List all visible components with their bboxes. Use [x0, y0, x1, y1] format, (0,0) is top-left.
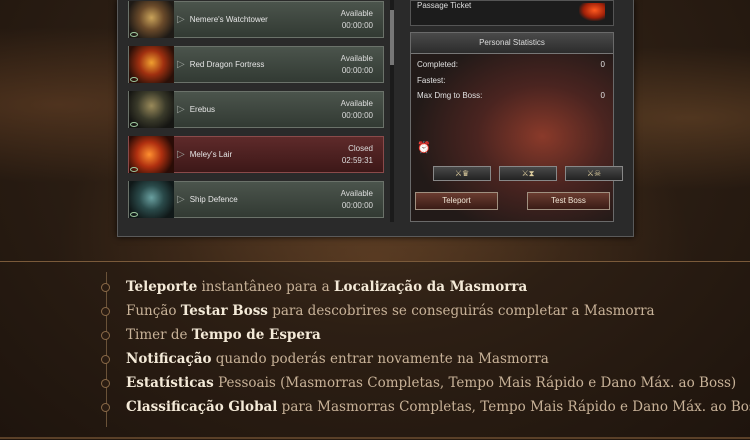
passage-ticket-box: Passage Ticket — [410, 0, 614, 26]
arrow-right-icon: ▷ — [177, 104, 185, 115]
ranking-damage-button[interactable]: ⚔☠ — [565, 166, 623, 181]
list-scrollbar[interactable] — [390, 0, 394, 222]
dungeon-name: Ship Defence — [189, 195, 238, 204]
stat-label: Fastest: — [417, 76, 446, 85]
bullet-icon — [101, 378, 110, 388]
bullet-icon — [101, 402, 110, 412]
dungeon-status: Closed — [348, 143, 373, 153]
dungeon-portrait — [129, 91, 174, 128]
ranking-crown-icon: ⚔♛ — [454, 169, 470, 178]
stat-value: 0 — [600, 60, 605, 69]
dungeon-portrait — [129, 181, 174, 218]
arrow-right-icon: ▷ — [177, 194, 185, 205]
dungeon-timer: 02:59:31 — [341, 155, 373, 165]
stat-value: 0 — [600, 91, 605, 100]
bottom-divider — [0, 437, 750, 439]
feature-list: Teleporte instantâneo para a Localização… — [0, 262, 750, 437]
stat-fastest: Fastest: — [417, 76, 605, 85]
dungeon-name: Meley's Lair — [189, 150, 233, 159]
arrow-right-icon: ▷ — [177, 59, 185, 70]
dungeon-portrait — [129, 46, 174, 83]
feature-text: para Masmorras Completas, Tempo Mais Ráp… — [277, 399, 750, 415]
feature-item: Classificação Global para Masmorras Comp… — [101, 397, 750, 417]
bullet-icon — [101, 282, 110, 292]
feature-text: Pessoais (Masmorras Completas, Tempo Mai… — [213, 375, 737, 391]
feature-text: Função — [126, 303, 181, 319]
dungeon-timer: 00:00:00 — [341, 65, 373, 75]
dungeon-row-meley[interactable]: ▷ Meley's Lair Closed 02:59:31 — [128, 136, 384, 173]
dungeon-list: ▷ Nemere's Watchtower Available 00:00:00 … — [128, 0, 385, 222]
dungeon-name: Erebus — [189, 105, 216, 114]
feature-text: quando poderás entrar novamente na Masmo… — [211, 351, 549, 367]
eye-icon[interactable] — [130, 122, 138, 127]
dungeon-name: Nemere's Watchtower — [189, 15, 268, 24]
eye-icon[interactable] — [130, 212, 138, 217]
dungeon-timer: 00:00:00 — [341, 200, 373, 210]
feature-bold: Testar Boss — [180, 303, 268, 319]
clock-icon: ⏰ — [417, 142, 431, 154]
dungeon-timer: 00:00:00 — [341, 20, 373, 30]
test-boss-button[interactable]: Test Boss — [527, 192, 610, 210]
dungeon-status: Available — [340, 8, 373, 18]
feature-bold: Localização da Masmorra — [334, 279, 528, 295]
stat-max-dmg: Max Dmg to Boss: 0 — [417, 91, 605, 100]
arrow-right-icon: ▷ — [177, 14, 185, 25]
dungeon-row-ship-defence[interactable]: ▷ Ship Defence Available 00:00:00 — [128, 181, 384, 218]
teleport-button[interactable]: Teleport — [415, 192, 498, 210]
feature-item: Notificação quando poderás entrar novame… — [101, 349, 549, 369]
ranking-skull-icon: ⚔☠ — [586, 169, 602, 178]
scrollbar-thumb[interactable] — [390, 10, 394, 65]
eye-icon[interactable] — [130, 167, 138, 172]
dungeon-portrait — [129, 136, 174, 173]
bullet-icon — [101, 306, 110, 316]
feature-bold: Classificação Global — [126, 399, 278, 415]
dungeon-row-nemere[interactable]: ▷ Nemere's Watchtower Available 00:00:00 — [128, 1, 384, 38]
dungeon-info-window: ▷ Nemere's Watchtower Available 00:00:00 … — [117, 0, 634, 237]
ticket-label: Passage Ticket — [417, 1, 472, 10]
feature-bold: Estatísticas — [126, 375, 214, 391]
dungeon-status: Available — [340, 188, 373, 198]
bullet-icon — [101, 330, 110, 340]
feature-text: instantâneo para a — [197, 279, 334, 295]
ranking-fastest-button[interactable]: ⚔⧗ — [499, 166, 557, 181]
dungeon-status: Available — [340, 98, 373, 108]
eye-icon[interactable] — [130, 77, 138, 82]
feature-item: Função Testar Boss para descobrires se c… — [101, 301, 655, 321]
feature-bold: Tempo de Espera — [191, 327, 321, 343]
feature-bold: Teleporte — [126, 279, 198, 295]
feature-text: Timer de — [126, 327, 192, 343]
feature-item: Timer de Tempo de Espera — [101, 325, 321, 345]
stat-label: Completed: — [417, 60, 458, 69]
stat-label: Max Dmg to Boss: — [417, 91, 483, 100]
dungeon-row-erebus[interactable]: ▷ Erebus Available 00:00:00 — [128, 91, 384, 128]
dungeon-name: Red Dragon Fortress — [189, 60, 265, 69]
stats-title: Personal Statistics — [411, 33, 613, 54]
feature-bold: Notificação — [126, 351, 212, 367]
feature-item: Estatísticas Pessoais (Masmorras Complet… — [101, 373, 736, 393]
dungeon-status: Available — [340, 53, 373, 63]
stat-completed: Completed: 0 — [417, 60, 605, 69]
ranking-hourglass-icon: ⚔⧗ — [521, 169, 535, 178]
dungeon-row-red-dragon[interactable]: ▷ Red Dragon Fortress Available 00:00:00 — [128, 46, 384, 83]
dungeon-timer: 00:00:00 — [341, 110, 373, 120]
ticket-item-icon[interactable] — [579, 3, 605, 21]
ranking-completed-button[interactable]: ⚔♛ — [433, 166, 491, 181]
bullet-icon — [101, 354, 110, 364]
feature-text: para descobrires se conseguirás completa… — [267, 303, 655, 319]
eye-icon[interactable] — [130, 32, 138, 37]
arrow-right-icon: ▷ — [177, 149, 185, 160]
feature-item: Teleporte instantâneo para a Localização… — [101, 277, 527, 297]
dungeon-portrait — [129, 1, 174, 38]
